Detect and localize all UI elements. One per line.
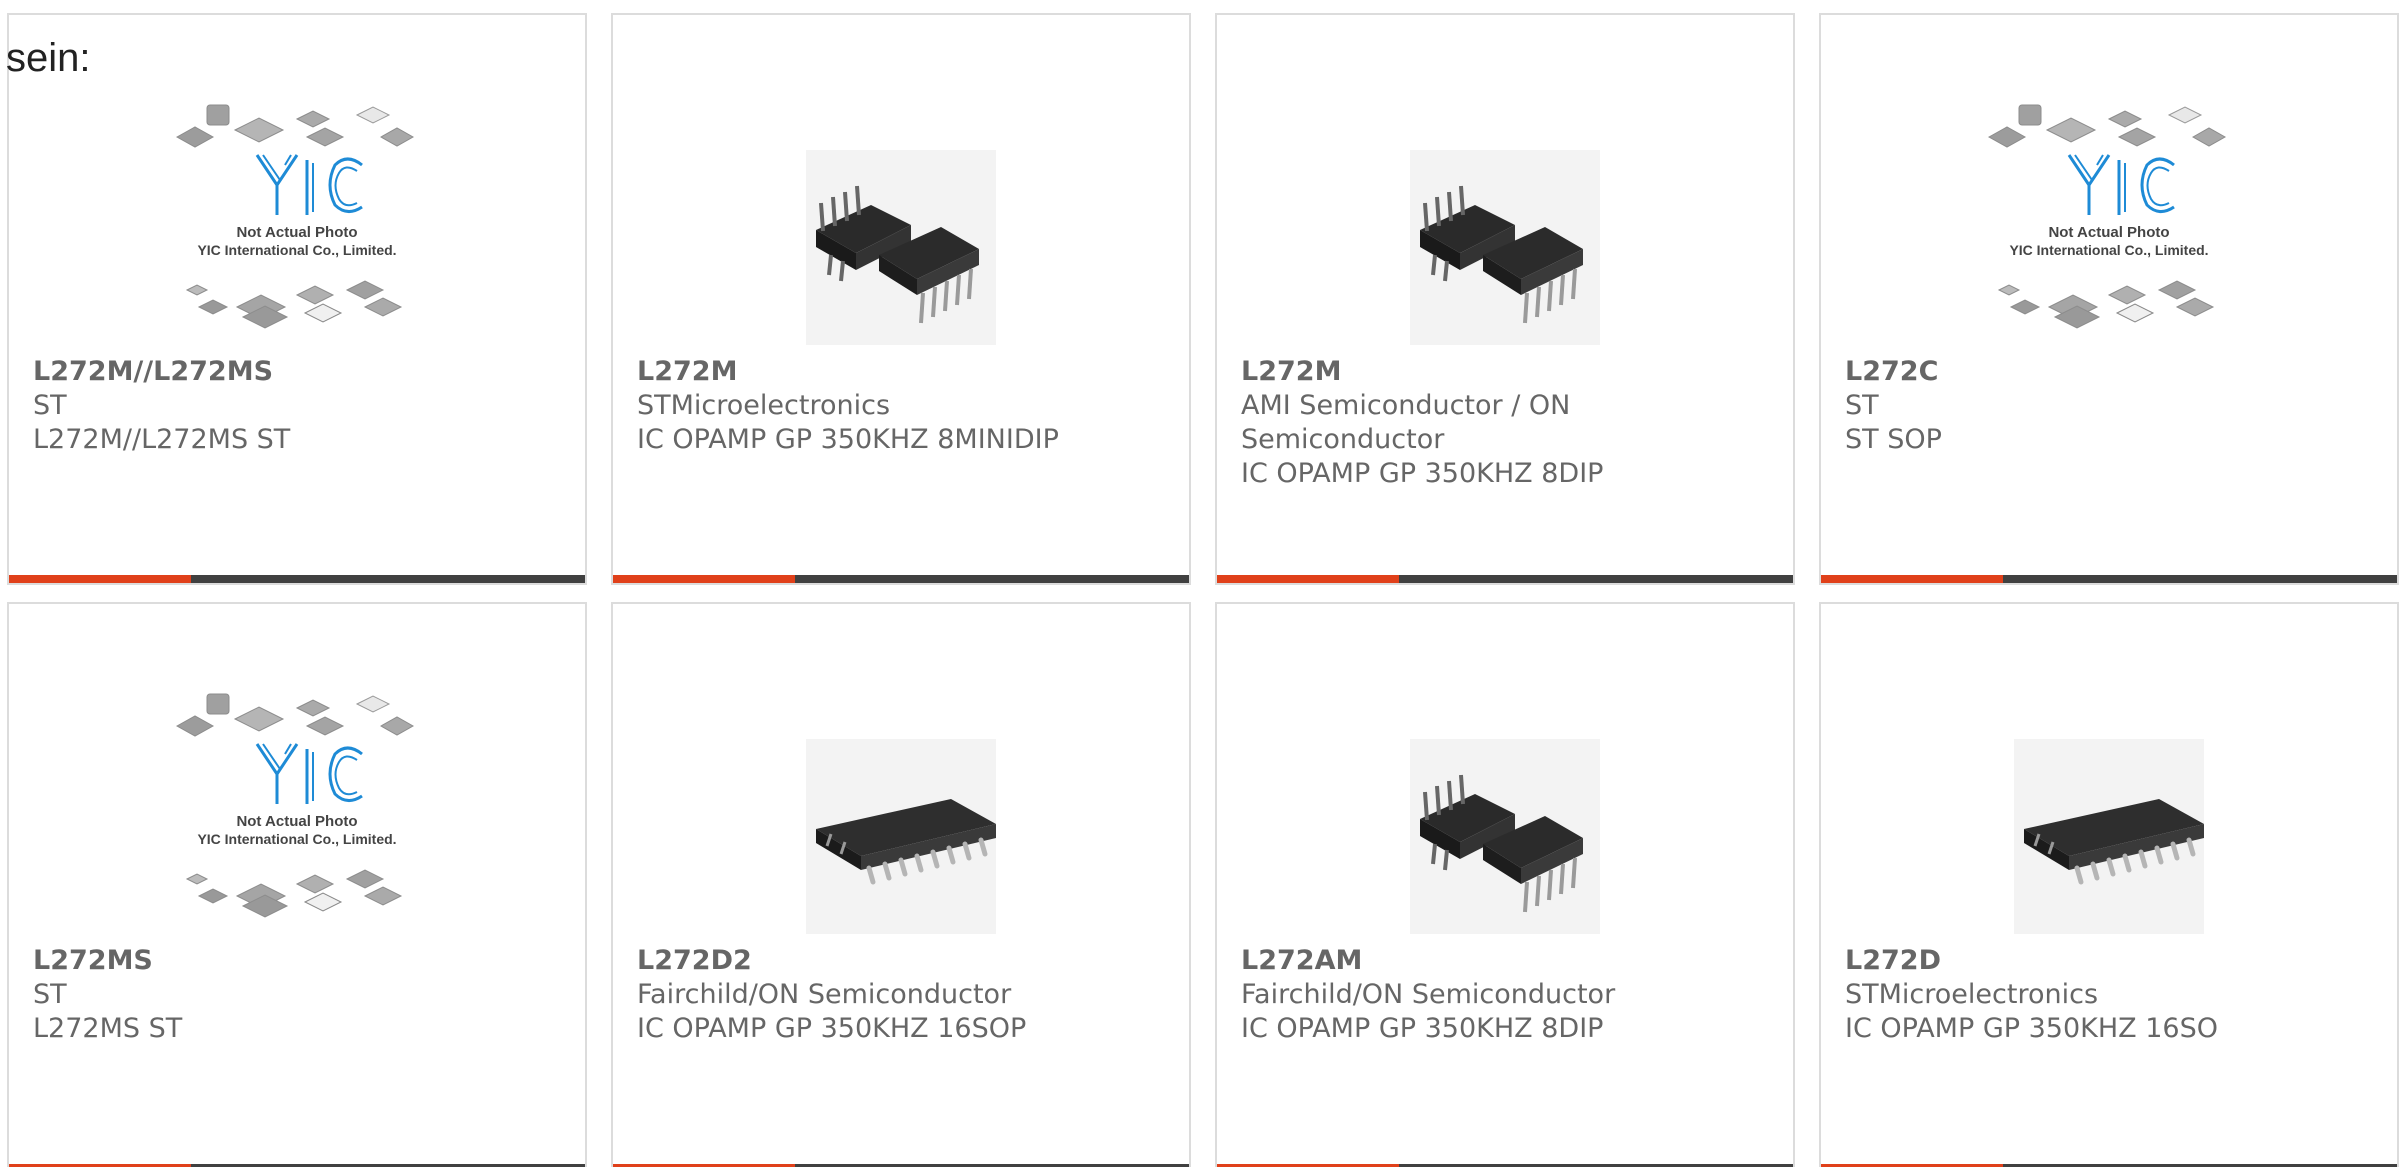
manufacturer: Fairchild/ON Semiconductor: [1241, 979, 1616, 1010]
part-number-link[interactable]: L272AM: [1241, 944, 1769, 978]
product-card[interactable]: Not Actual Photo YIC International Co., …: [1819, 13, 2399, 585]
yic-placeholder-image[interactable]: Not Actual Photo YIC International Co., …: [1969, 85, 2249, 355]
placeholder-caption-line1: Not Actual Photo: [236, 813, 357, 830]
description: IC OPAMP GP 350KHZ 8MINIDIP: [637, 424, 1059, 455]
manufacturer: ST: [1845, 390, 1879, 421]
dip8-chip-graphic: [1410, 739, 1600, 934]
product-card[interactable]: L272M AMI Semiconductor / ON Semiconduct…: [1215, 13, 1795, 585]
intro-text: sein:: [6, 36, 91, 80]
part-number-link[interactable]: L272D: [1845, 944, 2373, 978]
card-accent-bar: [1217, 575, 1399, 583]
dip8-chip-image[interactable]: [1365, 85, 1645, 355]
description: IC OPAMP GP 350KHZ 8DIP: [1241, 458, 1604, 489]
manufacturer: ST: [33, 979, 67, 1010]
card-bottom-bar: [1821, 575, 2397, 583]
dip8-chip-image[interactable]: [761, 85, 1041, 355]
yic-placeholder-graphic: Not Actual Photo YIC International Co., …: [175, 693, 415, 918]
description: L272M//L272MS ST: [33, 424, 291, 455]
dip8-chip-graphic: [806, 150, 996, 345]
product-info: L272C ST ST SOP: [1845, 355, 2373, 457]
product-card[interactable]: L272D2 Fairchild/ON Semiconductor IC OPA…: [611, 602, 1191, 1167]
chip-cluster-top-icon: [1987, 104, 2227, 148]
card-accent-bar: [9, 575, 191, 583]
yic-placeholder-graphic: Not Actual Photo YIC International Co., …: [175, 104, 415, 329]
card-bottom-bar: [613, 575, 1189, 583]
dip8-chip-graphic: [1410, 150, 1600, 345]
product-info: L272D STMicroelectronics IC OPAMP GP 350…: [1845, 944, 2373, 1046]
soic16-chip-image[interactable]: [761, 674, 1041, 944]
product-info: L272D2 Fairchild/ON Semiconductor IC OPA…: [637, 944, 1165, 1046]
yic-placeholder-graphic: Not Actual Photo YIC International Co., …: [1987, 104, 2227, 329]
part-number-link[interactable]: L272C: [1845, 355, 2373, 389]
product-info: L272MS ST L272MS ST: [33, 944, 561, 1046]
part-number-link[interactable]: L272M//L272MS: [33, 355, 561, 389]
description: IC OPAMP GP 350KHZ 16SOP: [637, 1013, 1027, 1044]
yic-logo-icon: [255, 154, 363, 215]
yic-placeholder-image[interactable]: Not Actual Photo YIC International Co., …: [157, 85, 437, 355]
part-number-link[interactable]: L272MS: [33, 944, 561, 978]
soic16-chip-graphic: [2014, 739, 2204, 934]
product-info: L272M//L272MS ST L272M//L272MS ST: [33, 355, 561, 457]
chip-cluster-bottom-icon: [1997, 280, 2215, 329]
product-info: L272M AMI Semiconductor / ON Semiconduct…: [1241, 355, 1769, 491]
placeholder-caption-line1: Not Actual Photo: [2048, 224, 2169, 241]
product-card[interactable]: L272D STMicroelectronics IC OPAMP GP 350…: [1819, 602, 2399, 1167]
manufacturer: AMI Semiconductor / ON Semiconductor: [1241, 390, 1571, 455]
manufacturer: Fairchild/ON Semiconductor: [637, 979, 1012, 1010]
part-number-link[interactable]: L272M: [1241, 355, 1769, 389]
soic16-chip-image[interactable]: [1969, 674, 2249, 944]
manufacturer: ST: [33, 390, 67, 421]
product-grid: Not Actual Photo YIC International Co., …: [7, 13, 2399, 1167]
placeholder-caption-line2: YIC International Co., Limited.: [2009, 242, 2208, 258]
card-bottom-bar: [1217, 575, 1793, 583]
chip-cluster-top-icon: [175, 104, 415, 148]
card-accent-bar: [1821, 575, 2003, 583]
product-info: L272AM Fairchild/ON Semiconductor IC OPA…: [1241, 944, 1769, 1046]
dip8-chip-image[interactable]: [1365, 674, 1645, 944]
product-card[interactable]: Not Actual Photo YIC International Co., …: [7, 13, 587, 585]
yic-logo-icon: [255, 743, 363, 804]
product-card[interactable]: Not Actual Photo YIC International Co., …: [7, 602, 587, 1167]
description: L272MS ST: [33, 1013, 183, 1044]
card-bottom-bar: [9, 575, 585, 583]
product-card[interactable]: L272AM Fairchild/ON Semiconductor IC OPA…: [1215, 602, 1795, 1167]
chip-cluster-bottom-icon: [185, 869, 403, 918]
description: ST SOP: [1845, 424, 1942, 455]
soic16-chip-graphic: [806, 739, 996, 934]
part-number-link[interactable]: L272M: [637, 355, 1165, 389]
product-info: L272M STMicroelectronics IC OPAMP GP 350…: [637, 355, 1165, 457]
card-accent-bar: [613, 575, 795, 583]
yic-logo-icon: [2067, 154, 2175, 215]
manufacturer: STMicroelectronics: [1845, 979, 2099, 1010]
chip-cluster-top-icon: [175, 693, 415, 737]
product-listing-page: sein: Not Actual Photo YIC International…: [0, 0, 2400, 1167]
chip-cluster-bottom-icon: [185, 280, 403, 329]
description: IC OPAMP GP 350KHZ 16SO: [1845, 1013, 2218, 1044]
description: IC OPAMP GP 350KHZ 8DIP: [1241, 1013, 1604, 1044]
yic-placeholder-image[interactable]: Not Actual Photo YIC International Co., …: [157, 674, 437, 944]
placeholder-caption-line1: Not Actual Photo: [236, 224, 357, 241]
manufacturer: STMicroelectronics: [637, 390, 891, 421]
product-card[interactable]: L272M STMicroelectronics IC OPAMP GP 350…: [611, 13, 1191, 585]
placeholder-caption-line2: YIC International Co., Limited.: [197, 831, 396, 847]
part-number-link[interactable]: L272D2: [637, 944, 1165, 978]
placeholder-caption-line2: YIC International Co., Limited.: [197, 242, 396, 258]
